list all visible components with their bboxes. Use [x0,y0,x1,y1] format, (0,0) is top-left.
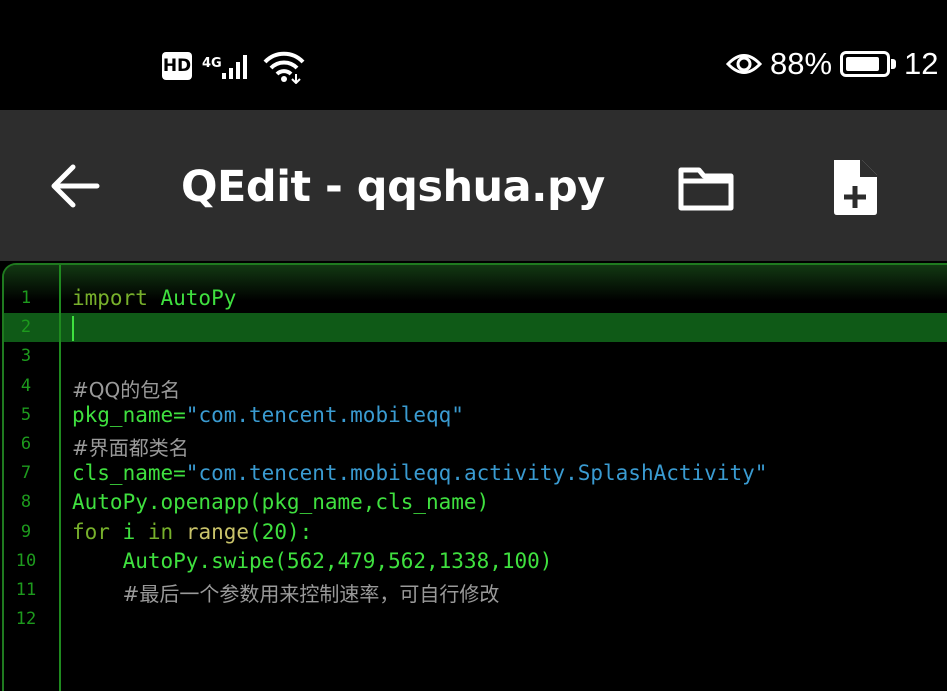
code-token: in [147,519,174,544]
back-button[interactable] [44,158,106,214]
battery-percent: 88% [770,46,833,81]
code-token: pkg_name= [72,402,186,427]
code-line[interactable]: 11 #最后一个参数用来控制速率，可自行修改 [4,576,947,607]
status-left-group: HD 4G [162,48,306,84]
wifi-icon [263,51,305,84]
line-number: 4 [20,375,32,396]
line-code [72,315,74,341]
code-line[interactable]: 3 [4,342,947,371]
line-code: pkg_name="com.tencent.mobileqq" [72,403,464,427]
line-code: for i in range(20): [72,520,312,544]
code-line[interactable]: 10 AutoPy.swipe(562,479,562,1338,100) [4,547,947,576]
eye-icon [726,54,762,74]
code-token: import [72,286,148,310]
page-title: QEdit - qqshua.py [181,162,605,212]
new-file-icon [834,160,877,215]
line-code: AutoPy.openapp(pkg_name,cls_name) [72,490,489,514]
network-type-label: 4G [202,56,222,71]
code-token: AutoPy [147,286,237,310]
code-line[interactable]: 4 #QQ的包名 [4,372,947,403]
code-line[interactable]: 2 [4,313,947,343]
code-token: #QQ的包名 [72,377,181,402]
clock: 12 [904,46,939,81]
code-token: for [72,519,110,544]
code-token: AutoPy.openapp(pkg_name,cls_name) [72,490,490,515]
status-right-group: 88% 12 [726,46,939,82]
arrow-left-icon [51,164,100,208]
status-bar: HD 4G 88% 12 [0,0,947,110]
line-number: 3 [20,346,32,367]
code-line[interactable]: 5 pkg_name="com.tencent.mobileqq" [4,401,947,430]
line-code: import AutoPy [72,286,236,310]
line-number: 5 [20,404,32,425]
code-token: AutoPy.swipe(562,479,562,1338,100) [72,548,553,573]
gutter-divider [59,265,61,691]
code-line[interactable]: 6 #界面都类名 [4,430,947,461]
line-number: 10 [15,550,37,571]
battery-icon [840,51,897,77]
signal-icon: 4G [202,51,252,81]
line-number: 7 [20,463,32,484]
line-code: #QQ的包名 [72,374,180,403]
code-token: (20): [249,519,313,544]
code-line[interactable]: 9 for i in range(20): [4,518,947,547]
code-token: "com.tencent.mobileqq" [185,402,464,427]
app-bar: QEdit - qqshua.py [0,110,947,261]
line-code: AutoPy.swipe(562,479,562,1338,100) [72,548,553,573]
line-code: #界面都类名 [72,432,189,461]
code-line[interactable]: 8 AutoPy.openapp(pkg_name,cls_name) [4,488,947,517]
line-number: 11 [15,580,37,600]
code-token: #最后一个参数用来控制速率，可自行修改 [122,582,500,606]
code-line[interactable]: 12 [4,605,947,634]
code-line[interactable]: 1 import AutoPy [4,284,947,313]
new-file-button[interactable] [822,150,888,224]
hd-icon: HD [162,52,192,80]
line-code: cls_name="com.tencent.mobileqq.activity.… [72,461,767,485]
code-token: #界面都类名 [72,436,189,460]
line-number: 9 [20,521,32,542]
open-folder-button[interactable] [670,158,742,218]
code-line[interactable]: 7 cls_name="com.tencent.mobileqq.activity… [4,459,947,488]
line-number: 6 [20,434,32,454]
text-cursor [72,315,74,341]
folder-icon [678,167,734,211]
line-number: 2 [20,317,32,338]
line-number: 12 [15,609,37,630]
line-number: 8 [20,492,32,513]
line-number: 1 [20,288,32,308]
code-token: range [185,519,250,544]
code-token: i [109,519,148,544]
code-editor[interactable]: 1 import AutoPy 2 3 4 #QQ的包名 5 pkg_name="com.te… [2,263,947,691]
line-code: #最后一个参数用来控制速率，可自行修改 [72,578,500,607]
code-token: cls_name= [72,461,186,486]
code-token: "com.tencent.mobileqq.activity.SplashAct… [185,461,768,486]
